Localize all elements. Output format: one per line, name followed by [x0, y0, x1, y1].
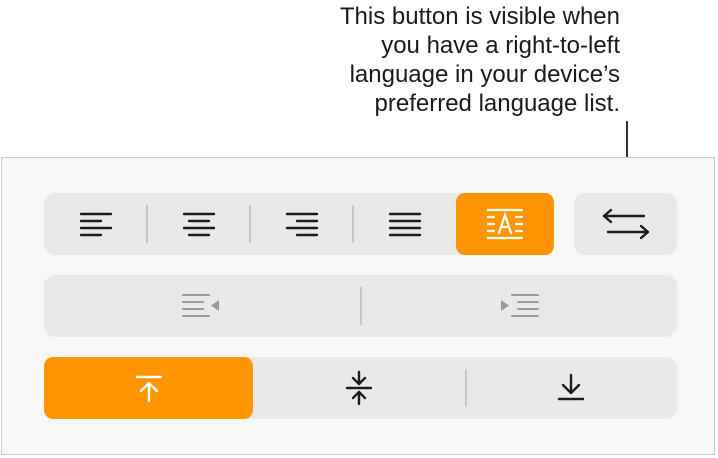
align-bottom-button[interactable]: [465, 357, 677, 419]
auto-align-text-icon: [486, 208, 524, 240]
align-middle-button[interactable]: [253, 357, 465, 419]
divider: [465, 369, 467, 407]
align-middle-icon: [345, 370, 373, 406]
text-direction-control: [574, 193, 677, 255]
align-left-button[interactable]: [44, 193, 147, 255]
align-bottom-icon: [557, 373, 585, 401]
justify-icon: [388, 212, 421, 237]
text-direction-button[interactable]: [574, 193, 677, 255]
decrease-indent-button[interactable]: [44, 275, 360, 337]
align-top-button[interactable]: [44, 357, 253, 419]
text-direction-arrows-icon: [602, 208, 649, 240]
align-center-button[interactable]: [147, 193, 250, 255]
increase-indent-icon: [500, 294, 539, 317]
align-left-icon: [79, 212, 112, 237]
indent-control: [44, 275, 677, 337]
auto-align-button[interactable]: [456, 193, 554, 255]
callout-line-3: language in your device’s: [349, 61, 620, 88]
align-top-icon: [135, 375, 162, 403]
divider: [360, 287, 362, 325]
divider: [146, 205, 148, 243]
decrease-indent-icon: [182, 294, 219, 317]
alignment-control: [44, 193, 554, 255]
align-right-icon: [285, 212, 318, 237]
increase-indent-button[interactable]: [360, 275, 677, 337]
vertical-alignment-control: [44, 357, 677, 419]
divider: [249, 205, 251, 243]
callout-line-2: you have a right-to-left: [381, 32, 620, 59]
justify-button[interactable]: [353, 193, 456, 255]
align-center-icon: [182, 212, 215, 237]
align-right-button[interactable]: [250, 193, 353, 255]
divider: [352, 205, 354, 243]
callout-line-1: This button is visible when: [339, 3, 620, 30]
callout-text: This button is visible when you have a r…: [190, 2, 620, 118]
callout-line-4: preferred language list.: [374, 90, 620, 117]
